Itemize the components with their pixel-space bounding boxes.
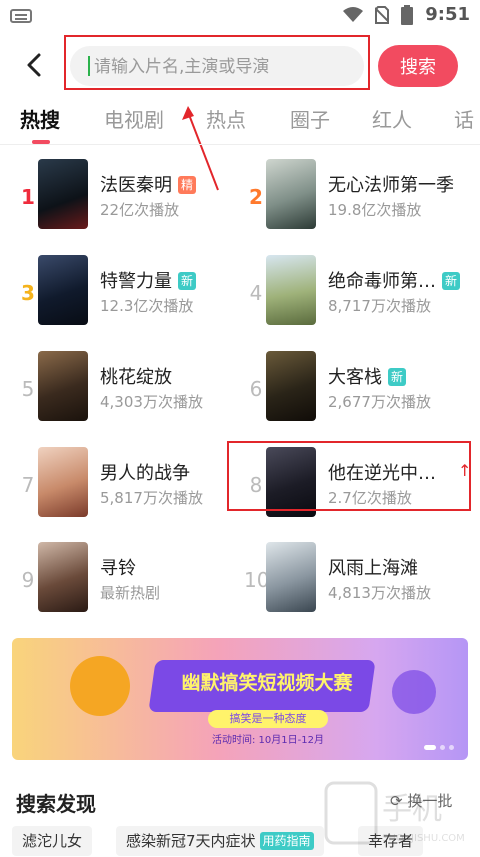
play-count: 4,303万次播放 [100, 393, 203, 411]
poster-image [38, 447, 88, 517]
back-arrow-icon[interactable] [20, 50, 50, 80]
decor-graphic [392, 670, 436, 714]
new-badge: 新 [178, 272, 197, 290]
poster-image [38, 542, 88, 612]
rank-number: 1 [21, 185, 35, 209]
svg-text:手机: 手机 [382, 792, 442, 827]
item-title: 绝命毒师第… 新 [328, 267, 461, 293]
hot-list-item[interactable]: 4 绝命毒师第… 新 8,717万次播放 [244, 255, 476, 345]
rank-number: 4 [249, 281, 263, 305]
hot-list-item[interactable]: 3 特警力量新 12.3亿次播放 [16, 255, 248, 345]
hot-list-item[interactable]: 9 寻铃 最新热剧 [16, 542, 248, 632]
poster-image [266, 255, 316, 325]
tab-tv-series[interactable]: 电视剧 [104, 104, 164, 133]
play-count: 8,717万次播放 [328, 297, 431, 315]
item-title: 法医秦明精 [100, 171, 197, 197]
promo-banner[interactable]: 幽默搞笑短视频大赛 搞笑是一种态度 活动时间: 10月1日-12月 [12, 638, 468, 760]
battery-icon [401, 4, 414, 25]
search-button[interactable]: 搜索 [378, 45, 458, 87]
item-title: 风雨上海滩 [328, 558, 418, 579]
rank-number: 6 [249, 377, 263, 401]
tab-hot-search[interactable]: 热搜 [20, 104, 60, 133]
carousel-indicator [424, 745, 454, 750]
banner-title: 幽默搞笑短视频大赛 [181, 672, 353, 694]
hot-list-item[interactable]: 1 法医秦明精 22亿次播放 [16, 159, 248, 249]
rank-number: 7 [21, 473, 35, 497]
new-badge: 新 [388, 368, 407, 386]
rank-number: 9 [21, 568, 35, 592]
premium-badge: 精 [178, 176, 197, 194]
clock: 9:51 [425, 4, 470, 25]
item-title: 桃花绽放 [100, 367, 172, 388]
poster-image [38, 351, 88, 421]
svg-text:SHOUJISHU.COM: SHOUJISHU.COM [382, 833, 465, 844]
poster-image [266, 159, 316, 229]
hot-list-item[interactable]: 7 男人的战争 5,817万次播放 [16, 447, 248, 537]
keyboard-icon [10, 9, 32, 23]
play-count: 最新热剧 [100, 584, 161, 602]
discover-chip[interactable]: 滤沱儿女 [12, 826, 93, 856]
item-title: 男人的战争 [100, 463, 190, 484]
section-title: 搜索发现 [16, 792, 96, 816]
rank-number: 3 [21, 281, 35, 305]
hot-list-item[interactable]: 10 风雨上海滩 4,813万次播放 [244, 542, 476, 632]
tab-topics[interactable]: 话 [454, 104, 474, 133]
status-bar: 9:51 [0, 0, 480, 34]
category-tabs: 热搜 电视剧 热点 圈子 红人 话 [0, 100, 480, 144]
play-count: 19.8亿次播放 [328, 201, 422, 219]
banner-subtitle: 搞笑是一种态度 [208, 710, 328, 728]
play-count: 5,817万次播放 [100, 489, 203, 507]
banner-date: 活动时间: 10月1日-12月 [212, 735, 324, 746]
search-highlight-annotation [64, 35, 370, 90]
mascot-graphic [70, 656, 130, 716]
rank-number: 10 [244, 568, 270, 592]
item-title: 大客栈新 [328, 363, 407, 389]
item-title: 寻铃 [100, 558, 136, 579]
rank-number: 2 [249, 185, 263, 209]
tab-influencers[interactable]: 红人 [372, 104, 412, 133]
watermark-logo: 手机 SHOUJISHU.COM [320, 773, 480, 853]
item-title: 无心法师第一季 [328, 175, 454, 196]
play-count: 4,813万次播放 [328, 584, 431, 602]
poster-image [38, 255, 88, 325]
play-count: 22亿次播放 [100, 201, 180, 219]
item-highlight-annotation [227, 441, 471, 511]
poster-image [266, 351, 316, 421]
rank-number: 5 [21, 377, 35, 401]
hot-list-item[interactable]: 2 无心法师第一季 19.8亿次播放 [244, 159, 476, 249]
item-title: 特警力量新 [100, 267, 197, 293]
poster-image [38, 159, 88, 229]
hot-list-item[interactable]: 6 大客栈新 2,677万次播放 [244, 351, 476, 441]
tab-circles[interactable]: 圈子 [290, 104, 330, 133]
poster-image [266, 542, 316, 612]
play-count: 12.3亿次播放 [100, 297, 194, 315]
discover-chip[interactable]: 感染新冠7天内症状 用药指南 [116, 826, 324, 856]
hot-list-item[interactable]: 5 桃花绽放 4,303万次播放 [16, 351, 248, 441]
play-count: 2,677万次播放 [328, 393, 431, 411]
no-sim-icon [375, 5, 390, 24]
tab-hot-topics[interactable]: 热点 [206, 104, 246, 133]
divider [0, 144, 480, 145]
new-badge: 新 [442, 272, 461, 290]
wifi-icon [343, 6, 364, 22]
medication-guide-tag: 用药指南 [259, 832, 314, 850]
